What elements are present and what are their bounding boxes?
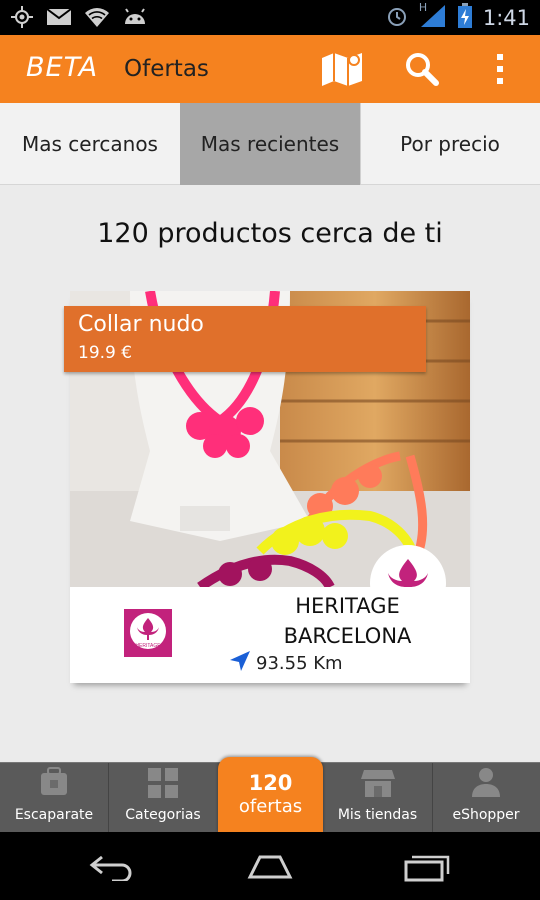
store-logo-text: HERITAGE [135,643,161,649]
navigation-arrow-icon [228,649,252,678]
wifi-icon [84,6,110,32]
store-name-line2: BARCELONA [283,624,412,648]
recent-apps-icon[interactable] [398,846,458,886]
nav-eshopper[interactable]: eShopper [432,763,540,833]
tab-por-precio[interactable]: Por precio [360,103,540,185]
home-icon[interactable] [240,846,300,886]
search-icon[interactable] [400,49,444,89]
nav-ofertas[interactable]: 120 ofertas [218,757,323,833]
product-name: Collar nudo [78,312,204,337]
nav-categorias[interactable]: Categorias [108,763,218,833]
results-heading: 120 productos cerca de ti [97,218,443,249]
action-bar: BETA Ofertas [0,35,540,103]
system-navigation-bar [0,832,540,900]
mail-icon [46,7,72,31]
nav-mis-tiendas[interactable]: Mis tiendas [323,763,432,833]
clock: 1:41 [482,6,530,30]
offers-label: ofertas [238,796,303,817]
back-icon[interactable] [82,846,142,886]
nav-label: Categorias [125,807,201,823]
price-banner: Collar nudo 19.9 € [64,306,426,372]
nav-label: eShopper [452,807,520,823]
alarm-icon [385,4,409,32]
distance-value: 93.55 Km [256,653,343,674]
store-name[interactable]: HERITAGE BARCELONA [250,591,445,651]
tab-mas-recientes[interactable]: Mas recientes [180,103,360,185]
beta-logo: BETA [26,52,99,83]
page-title: Ofertas [124,56,209,82]
nav-label: Mis tiendas [337,807,418,823]
signal-icon: H [419,1,447,33]
store-logo[interactable]: HERITAGE [124,609,172,657]
offers-count: 120 [248,771,293,795]
shop-icon [360,767,395,803]
storefront-icon [37,765,71,803]
status-bar: H 1:41 [0,0,540,35]
map-icon[interactable] [320,49,364,89]
nav-label: Escaparate [14,807,94,823]
distance-row: 93.55 Km [228,649,343,678]
product-card[interactable]: Collar nudo 19.9 € HERITAGE HERITAGE BAR… [64,291,470,683]
product-price: 19.9 € [78,343,133,363]
bottom-navigation: Escaparate Categorias 120 ofertas Mis ti… [0,757,540,833]
store-name-line1: HERITAGE [295,594,400,618]
overflow-menu-icon[interactable] [478,49,522,89]
battery-charging-icon [457,3,473,33]
user-icon [469,765,503,803]
sort-tabs: Mas cercanos Mas recientes Por precio [0,103,540,185]
android-icon [122,6,148,32]
nav-escaparate[interactable]: Escaparate [0,763,108,833]
screen: H 1:41 BETA Ofertas Mas cercanos Mas rec… [0,0,540,900]
tab-mas-cercanos[interactable]: Mas cercanos [0,103,180,185]
gps-icon [10,5,34,33]
grid-icon [147,767,179,803]
